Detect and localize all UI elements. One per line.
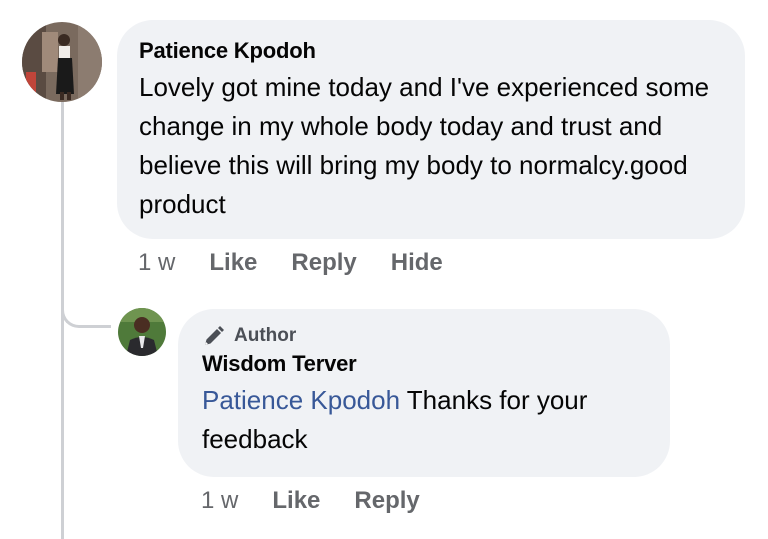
comment-bubble-main: Patience Kpodoh Lovely got mine today an… <box>117 20 745 239</box>
hide-button[interactable]: Hide <box>391 249 443 277</box>
pencil-icon <box>205 326 224 345</box>
comment-timestamp[interactable]: 1 w <box>138 249 175 277</box>
comment-author-name[interactable]: Wisdom Terver <box>202 349 646 379</box>
comment-text: Patience Kpodoh Thanks for your feedback <box>202 381 646 459</box>
comment-actions-main: 1 w Like Reply Hide <box>138 249 477 277</box>
comment-bubble-reply: Author Wisdom Terver Patience Kpodoh Tha… <box>178 309 670 477</box>
avatar-patience[interactable] <box>22 22 102 102</box>
comment-timestamp[interactable]: 1 w <box>201 487 238 515</box>
comment-actions-reply: 1 w Like Reply <box>201 487 454 515</box>
like-button[interactable]: Like <box>272 487 320 515</box>
avatar-image <box>118 308 166 356</box>
thread-connector-curve <box>61 280 111 328</box>
reply-button[interactable]: Reply <box>291 249 356 277</box>
comment-text: Lovely got mine today and I've experienc… <box>139 72 710 219</box>
author-badge-label: Author <box>234 325 297 346</box>
like-button[interactable]: Like <box>209 249 257 277</box>
reply-button[interactable]: Reply <box>354 487 419 515</box>
avatar-wisdom[interactable] <box>118 308 166 356</box>
avatar-image <box>22 22 102 102</box>
comment-author-name[interactable]: Patience Kpodoh <box>139 36 723 66</box>
mention-link[interactable]: Patience Kpodoh <box>202 385 400 415</box>
author-badge: Author <box>202 323 646 349</box>
comment-thread: Patience Kpodoh Lovely got mine today an… <box>0 0 768 539</box>
